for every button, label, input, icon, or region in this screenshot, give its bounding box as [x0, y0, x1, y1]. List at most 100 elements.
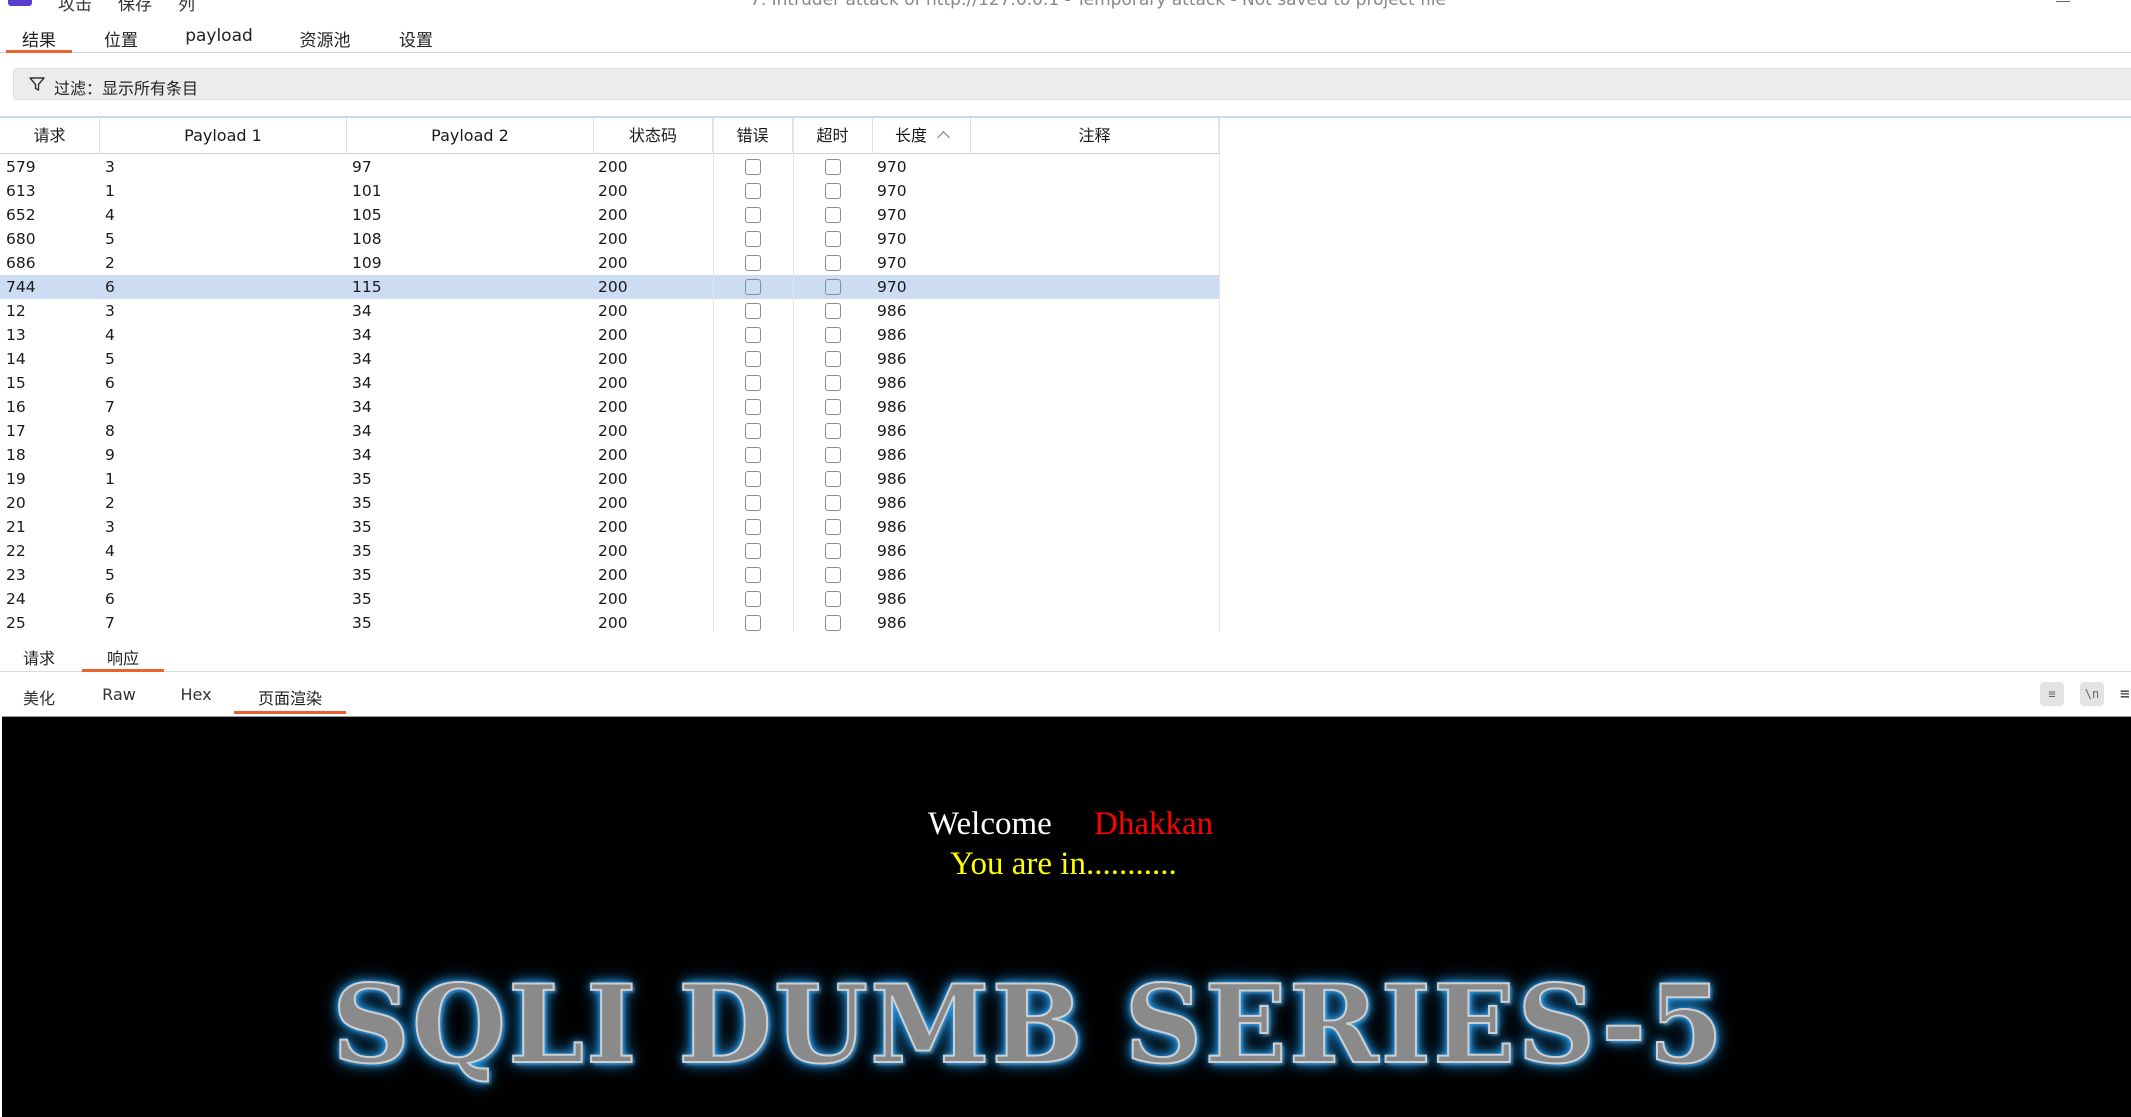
column-header-comment[interactable]: 注释: [971, 118, 1219, 154]
cell-payload2: 35: [352, 566, 372, 584]
cell-payload1: 4: [105, 206, 115, 224]
cell-payload2: 101: [352, 182, 382, 200]
cell-payload1: 1: [105, 182, 115, 200]
cell-payload2: 35: [352, 518, 372, 536]
cell-payload1: 5: [105, 230, 115, 248]
cell-error-checkbox: [745, 255, 761, 271]
tab-pretty[interactable]: 美化: [8, 685, 70, 714]
table-row[interactable]: 686 2 109 200 970: [0, 251, 1219, 275]
tab-response[interactable]: 响应: [82, 645, 164, 672]
cell-payload2: 35: [352, 614, 372, 632]
cell-length: 986: [877, 422, 907, 440]
cell-request: 21: [6, 518, 26, 536]
filter-bar[interactable]: 过滤：显示所有条目: [13, 68, 2131, 100]
column-header-payload1[interactable]: Payload 1: [100, 118, 347, 154]
column-header-status[interactable]: 状态码: [594, 118, 713, 154]
table-row[interactable]: 12 3 34 200 986: [0, 299, 1219, 323]
newline-toggle-icon[interactable]: \n: [2080, 682, 2104, 706]
table-row[interactable]: 21 3 35 200 986: [0, 515, 1219, 539]
tab-render[interactable]: 页面渲染: [234, 685, 346, 714]
cell-length: 986: [877, 542, 907, 560]
filter-icon: [29, 77, 45, 91]
cell-request: 19: [6, 470, 26, 488]
table-row[interactable]: 613 1 101 200 970: [0, 179, 1219, 203]
column-header-payload2[interactable]: Payload 2: [347, 118, 594, 154]
column-header-timeout[interactable]: 超时: [793, 118, 873, 154]
cell-request: 24: [6, 590, 26, 608]
tab-raw[interactable]: Raw: [90, 685, 148, 714]
table-row[interactable]: 579 3 97 200 970: [0, 155, 1219, 179]
cell-error-checkbox: [745, 567, 761, 583]
cell-request: 16: [6, 398, 26, 416]
cell-timeout-checkbox: [825, 375, 841, 391]
cell-timeout-checkbox: [825, 591, 841, 607]
cell-error-checkbox: [745, 231, 761, 247]
table-row[interactable]: 14 5 34 200 986: [0, 347, 1219, 371]
tab-resource-pool[interactable]: 资源池: [286, 26, 364, 53]
cell-timeout-checkbox: [825, 207, 841, 223]
table-row[interactable]: 22 4 35 200 986: [0, 539, 1219, 563]
column-header-length[interactable]: 长度: [873, 118, 971, 154]
menu-columns[interactable]: 列: [178, 0, 195, 15]
rendered-page: Welcome Dhakkan You are in........... SQ…: [2, 716, 2131, 1117]
cell-timeout-checkbox: [825, 399, 841, 415]
tab-request[interactable]: 请求: [12, 645, 66, 672]
table-header: 请求 Payload 1 Payload 2 状态码 错误 超时 长度 注释: [0, 118, 1219, 154]
cell-request: 680: [6, 230, 36, 248]
cell-length: 986: [877, 398, 907, 416]
sort-ascending-icon: [937, 131, 950, 144]
table-row[interactable]: 652 4 105 200 970: [0, 203, 1219, 227]
cell-payload2: 34: [352, 422, 372, 440]
cell-request: 17: [6, 422, 26, 440]
user-name-text: Dhakkan: [1094, 806, 1214, 842]
cell-payload1: 5: [105, 566, 115, 584]
cell-timeout-checkbox: [825, 495, 841, 511]
menu-save[interactable]: 保存: [118, 0, 152, 15]
cell-payload1: 3: [105, 158, 115, 176]
cell-timeout-checkbox: [825, 615, 841, 631]
table-row[interactable]: 13 4 34 200 986: [0, 323, 1219, 347]
table-row[interactable]: 16 7 34 200 986: [0, 395, 1219, 419]
more-menu-icon[interactable]: ≡: [2120, 682, 2131, 706]
cell-payload1: 1: [105, 470, 115, 488]
cell-payload2: 35: [352, 470, 372, 488]
status-message: You are in...........: [950, 846, 1177, 882]
column-header-error[interactable]: 错误: [713, 118, 793, 154]
table-row[interactable]: 680 5 108 200 970: [0, 227, 1219, 251]
view-mode-tabs: 美化 Raw Hex 页面渲染: [0, 672, 2131, 714]
cell-length: 986: [877, 326, 907, 344]
column-divider: [1219, 118, 1220, 632]
cell-length: 986: [877, 350, 907, 368]
table-row[interactable]: 19 1 35 200 986: [0, 467, 1219, 491]
table-row[interactable]: 17 8 34 200 986: [0, 419, 1219, 443]
cell-request: 23: [6, 566, 26, 584]
cell-status: 200: [598, 350, 628, 368]
table-row[interactable]: 23 5 35 200 986: [0, 563, 1219, 587]
cell-request: 12: [6, 302, 26, 320]
cell-payload2: 115: [352, 278, 382, 296]
table-row[interactable]: 25 7 35 200 986: [0, 611, 1219, 632]
cell-error-checkbox: [745, 327, 761, 343]
cell-payload2: 34: [352, 302, 372, 320]
column-header-length-label: 长度: [894, 126, 927, 145]
tab-hex[interactable]: Hex: [166, 685, 226, 714]
cell-request: 20: [6, 494, 26, 512]
table-row[interactable]: 15 6 34 200 986: [0, 371, 1219, 395]
table-row[interactable]: 18 9 34 200 986: [0, 443, 1219, 467]
table-row[interactable]: 24 6 35 200 986: [0, 587, 1219, 611]
menu-attack[interactable]: 攻击: [58, 0, 92, 15]
tab-settings[interactable]: 设置: [386, 26, 446, 53]
cell-length: 986: [877, 302, 907, 320]
cell-payload1: 6: [105, 590, 115, 608]
tab-results[interactable]: 结果: [6, 26, 72, 53]
wrap-lines-icon[interactable]: ≡: [2040, 682, 2064, 706]
tab-positions[interactable]: 位置: [88, 26, 154, 53]
column-header-request[interactable]: 请求: [0, 118, 100, 154]
cell-length: 986: [877, 374, 907, 392]
minimize-icon[interactable]: [2056, 0, 2070, 2]
table-row[interactable]: 744 6 115 200 970: [0, 275, 1219, 299]
cell-length: 970: [877, 278, 907, 296]
tab-payloads[interactable]: payload: [176, 26, 262, 53]
table-row[interactable]: 20 2 35 200 986: [0, 491, 1219, 515]
cell-payload1: 3: [105, 302, 115, 320]
